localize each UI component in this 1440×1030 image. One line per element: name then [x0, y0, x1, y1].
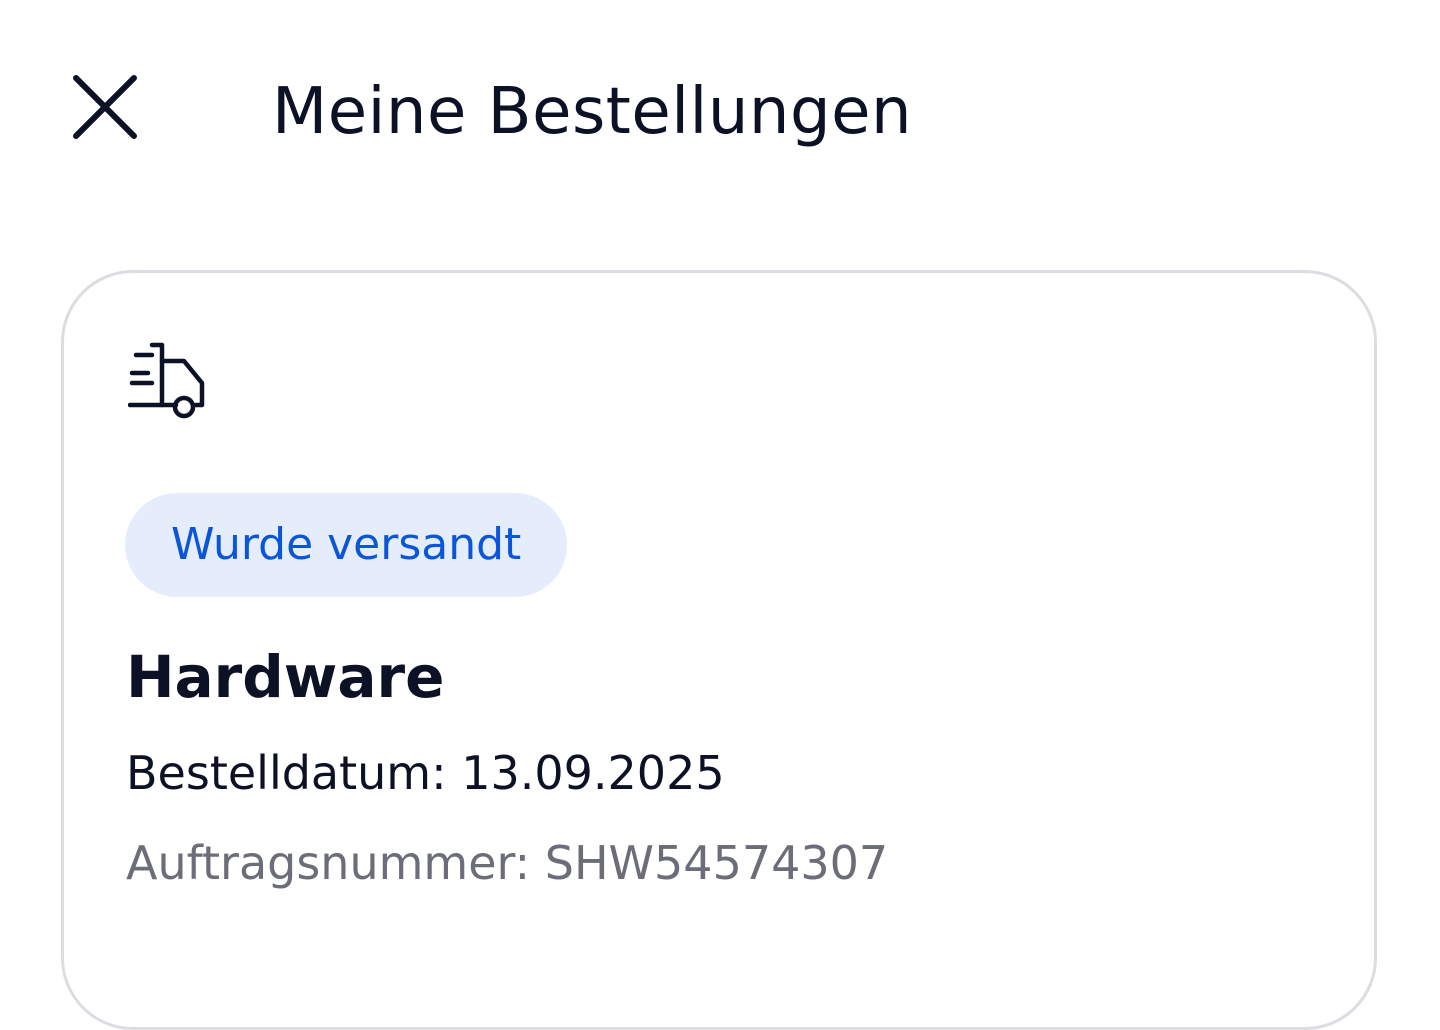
status-badge: Wurde versandt [125, 493, 568, 597]
delivery-truck-icon [128, 342, 205, 419]
order-number: Auftragsnummer: SHW54574307 [126, 836, 889, 890]
page-title: Meine Bestellungen [272, 75, 912, 149]
close-button[interactable] [60, 62, 150, 152]
product-title: Hardware [126, 643, 445, 711]
order-card[interactable]: Wurde versandt Hardware Bestelldatum: 13… [61, 270, 1377, 1030]
close-icon [73, 75, 137, 139]
top-app-bar: Meine Bestellungen [0, 0, 1440, 220]
order-date: Bestelldatum: 13.09.2025 [126, 746, 725, 800]
